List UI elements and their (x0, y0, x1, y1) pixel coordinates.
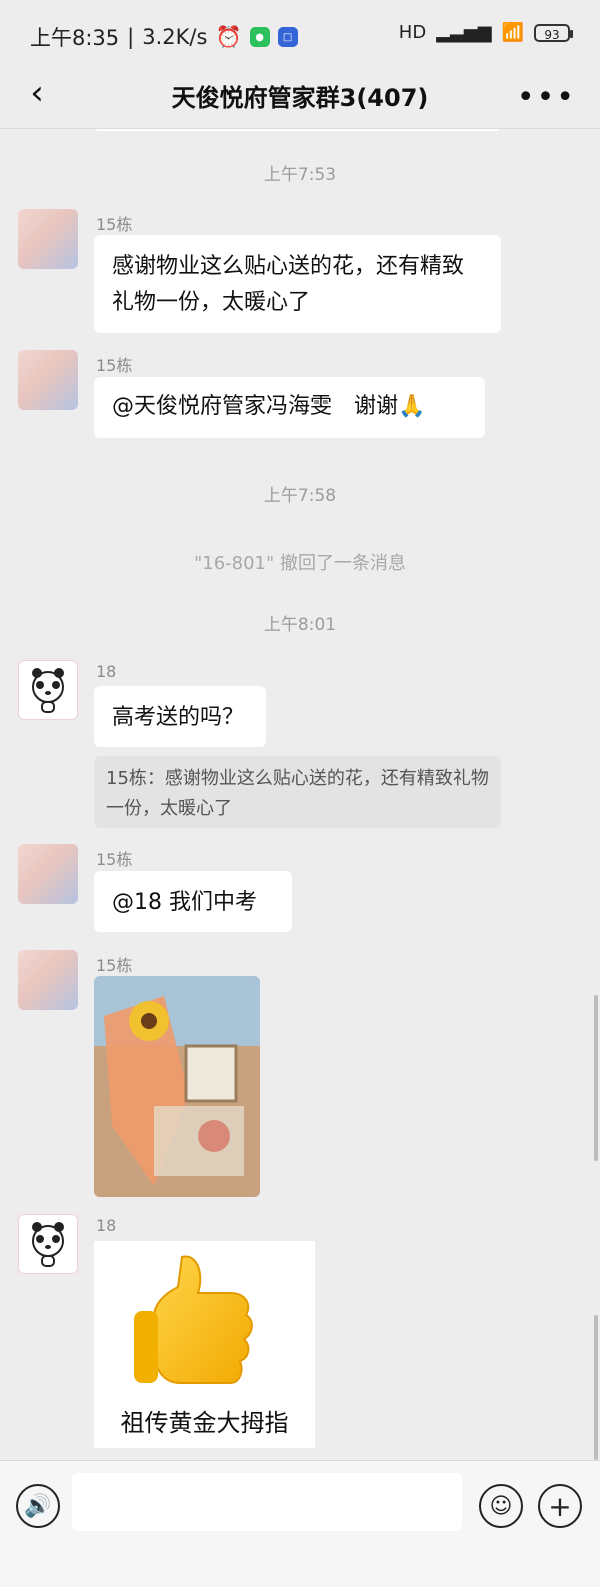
status-bar: 上午8:35 | 3.2K/s ⏰ ● □ HD ▂▃▅▆ 📶 93 (0, 0, 600, 70)
signal-icon: ▂▃▅▆ (436, 22, 492, 43)
plus-button[interactable]: + (538, 1484, 582, 1528)
previous-bubble-edge (94, 129, 501, 131)
sticker-message[interactable]: 祖传黄金大拇指 (94, 1241, 315, 1448)
quoted-message[interactable]: 15栋：感谢物业这么贴心送的花，还有精致礼物一份，太暖心了 (94, 756, 501, 828)
status-speed: 3.2K/s (142, 25, 208, 49)
panda-icon (32, 668, 64, 713)
avatar[interactable] (18, 1214, 78, 1274)
flower-photo (94, 976, 260, 1197)
image-message[interactable] (94, 976, 260, 1197)
hd-network: HD (398, 22, 427, 43)
more-button[interactable]: ••• (517, 80, 576, 115)
avatar[interactable] (18, 844, 78, 904)
thumbs-up-icon (134, 1255, 253, 1384)
message-bubble[interactable]: @天俊悦府管家冯海雯 谢谢🙏 (94, 377, 485, 438)
timestamp: 上午8:01 (263, 615, 337, 635)
battery-icon: 93 (534, 23, 573, 42)
title-bar: ‹ 天俊悦府管家群3(407) ••• (0, 62, 600, 129)
sender-name: 15栋 (96, 215, 133, 234)
app-icon: □ (277, 27, 298, 47)
panda-icon (32, 1222, 64, 1267)
avatar[interactable] (18, 660, 78, 720)
sender-name: 15栋 (96, 356, 133, 375)
alarm-icon: ⏰ (215, 24, 242, 49)
emoji-icon: ☺ (489, 1493, 513, 1519)
message-bubble[interactable]: 感谢物业这么贴心送的花，还有精致礼物一份，太暖心了 (94, 235, 501, 333)
status-divider: | (127, 25, 135, 49)
status-left: 上午8:35 | 3.2K/s ⏰ ● □ (30, 22, 298, 52)
status-time: 上午8:35 (30, 26, 120, 50)
input-bar: 🔊 ☺ + (0, 1460, 600, 1587)
scrollbar-track[interactable] (594, 995, 598, 1161)
sender-name: 18 (96, 1216, 117, 1235)
scrollbar-thumb[interactable] (594, 1315, 598, 1460)
status-right: HD ▂▃▅▆ 📶 93 (398, 22, 573, 43)
plus-icon: + (548, 1489, 572, 1523)
message-bubble[interactable]: 高考送的吗？ (94, 686, 266, 747)
sender-name: 15栋 (96, 956, 133, 975)
avatar[interactable] (18, 350, 78, 410)
recall-notice: "16-801" 撤回了一条消息 (193, 553, 407, 574)
chat-area[interactable]: 上午7:53 15栋 感谢物业这么贴心送的花，还有精致礼物一份，太暖心了 15栋… (0, 129, 600, 1460)
timestamp: 上午7:53 (263, 165, 337, 185)
message-bubble[interactable]: @18 我们中考 (94, 871, 292, 932)
sticker-caption: 祖传黄金大拇指 (120, 1409, 289, 1437)
avatar[interactable] (18, 209, 78, 269)
message-input[interactable] (72, 1473, 462, 1531)
timestamp: 上午7:58 (263, 486, 337, 506)
sender-name: 18 (96, 662, 117, 681)
wechat-icon: ● (249, 27, 270, 47)
avatar[interactable] (18, 950, 78, 1010)
voice-icon: 🔊 (24, 1493, 52, 1519)
chat-title: 天俊悦府管家群3(407) (171, 84, 429, 112)
sender-name: 15栋 (96, 850, 133, 869)
emoji-button[interactable]: ☺ (479, 1484, 523, 1528)
wifi-icon: 📶 (501, 22, 524, 43)
more-icon: ••• (516, 80, 576, 115)
voice-button[interactable]: 🔊 (16, 1484, 60, 1528)
